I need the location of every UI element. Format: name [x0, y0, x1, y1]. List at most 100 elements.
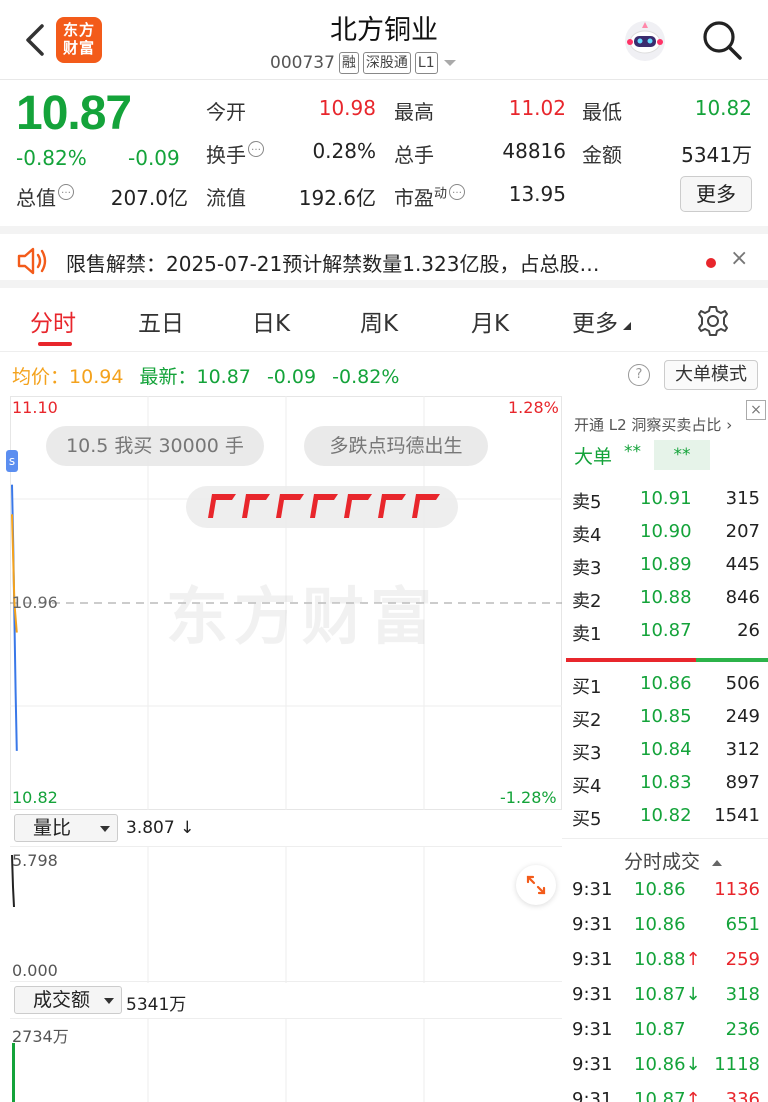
tick-row[interactable]: 9:31 10.88↑ 259 — [562, 945, 768, 979]
intraday-chart[interactable]: 东方财富 11.10 10.96 10.82 1.28% -1.28% 10.5… — [6, 396, 562, 810]
amount-selector[interactable]: 成交额 — [14, 986, 122, 1014]
tick-row[interactable]: 9:31 10.86 651 — [562, 910, 768, 944]
ask-label: 卖2 — [572, 591, 602, 612]
bid-volume: 1541 — [714, 805, 760, 826]
tick-trades-title[interactable]: 分时成交 — [624, 847, 724, 874]
tab-weekly-k[interactable]: 周K — [360, 304, 398, 338]
comment-bubble-flags[interactable] — [186, 486, 458, 528]
bid-label: 买3 — [572, 743, 602, 764]
event-marker[interactable]: s — [6, 450, 18, 472]
tick-volume: 318 — [725, 984, 760, 1005]
ask-label: 卖1 — [572, 624, 602, 645]
amount-value: 5341万 — [681, 143, 752, 167]
amount-chart[interactable]: 2734万 — [10, 1018, 562, 1102]
tick-row[interactable]: 9:31 10.86↓ 1118 — [562, 1050, 768, 1084]
bid-row[interactable]: 买5 10.82 1541 — [562, 801, 768, 831]
tick-volume: 336 — [725, 1089, 760, 1102]
tick-row[interactable]: 9:31 10.87↑ 336 — [562, 1085, 768, 1102]
l2-promo-text: 开通 L2 洞察买卖占比 — [574, 416, 722, 434]
ask-volume: 846 — [725, 587, 760, 608]
tick-volume: 1136 — [714, 879, 760, 900]
tick-volume: 1118 — [714, 1054, 760, 1075]
close-icon[interactable]: × — [730, 246, 748, 271]
amount-bar — [12, 1043, 15, 1102]
latest-change-pct: -0.82% — [332, 366, 400, 388]
tick-price: 10.86↓ — [634, 1054, 701, 1075]
indicator-selector[interactable]: 量比 — [14, 814, 118, 842]
bid-label: 买2 — [572, 710, 602, 731]
ask-volume: 445 — [725, 554, 760, 575]
tick-row[interactable]: 9:31 10.86 1136 — [562, 875, 768, 909]
l2-promo-link[interactable]: 开通 L2 洞察买卖占比 › — [574, 414, 732, 435]
bid-row[interactable]: 买3 10.84 312 — [562, 735, 768, 765]
notice-text[interactable]: 限售解禁：2025-07-21预计解禁数量1.323亿股，占总股… — [66, 248, 600, 277]
turnover-label[interactable]: 换手… — [206, 139, 264, 168]
bid-row[interactable]: 买2 10.85 249 — [562, 702, 768, 732]
comment-bubble[interactable]: 多跌点玛德出生 — [304, 426, 488, 466]
ask-row[interactable]: 卖2 10.88 846 — [562, 583, 768, 613]
dropdown-triangle-icon — [443, 60, 456, 66]
robot-assistant-icon[interactable] — [622, 18, 668, 64]
ask-row[interactable]: 卖5 10.91 315 — [562, 484, 768, 514]
tab-intraday[interactable]: 分时 — [30, 304, 76, 338]
tick-time: 9:31 — [572, 949, 613, 970]
tick-price: 10.87↑ — [634, 1089, 701, 1102]
bid-price: 10.86 — [640, 673, 692, 694]
volume-ratio-chart[interactable]: 5.798 0.000 — [10, 846, 562, 983]
comment-bubble[interactable]: 10.5 我买 30000 手 — [46, 426, 264, 466]
gear-icon[interactable] — [696, 304, 730, 338]
ask-price: 10.89 — [640, 554, 692, 575]
tick-price: 10.87 — [634, 1019, 686, 1040]
tick-time: 9:31 — [572, 1054, 613, 1075]
low-label: 最低 — [582, 100, 622, 124]
tick-price: 10.86 — [634, 879, 686, 900]
tick-volume: 259 — [725, 949, 760, 970]
current-price: 10.87 — [16, 87, 132, 140]
tag-connect: 深股通 — [362, 52, 411, 74]
tab-more-label: 更多 — [572, 311, 618, 337]
big-order-masked-2: ** — [654, 440, 710, 470]
info-icon[interactable]: … — [449, 184, 466, 200]
indicator-selector-label: 量比 — [33, 817, 72, 839]
ask-volume: 207 — [725, 521, 760, 542]
tick-row[interactable]: 9:31 10.87 236 — [562, 1015, 768, 1049]
info-icon[interactable]: … — [58, 184, 74, 200]
more-quote-button[interactable]: 更多 — [680, 176, 752, 212]
volume-ratio-canvas — [11, 847, 425, 983]
bid-row[interactable]: 买4 10.83 897 — [562, 768, 768, 798]
amount-canvas — [12, 1019, 425, 1102]
collapse-book-icon[interactable]: × — [746, 400, 766, 420]
volume-ratio-header: 量比 3.807 ↓ — [10, 814, 562, 844]
tab-daily-k[interactable]: 日K — [252, 304, 290, 338]
arrow-up-icon: ↑ — [685, 949, 701, 970]
tick-time: 9:31 — [572, 879, 613, 900]
tab-active-indicator — [38, 342, 72, 346]
stock-code-row[interactable]: 000737 融 深股通 L1 — [270, 51, 458, 75]
bid-row[interactable]: 买1 10.86 506 — [562, 669, 768, 699]
help-icon[interactable]: ? — [628, 364, 650, 386]
search-icon[interactable] — [700, 18, 744, 62]
ask-row[interactable]: 卖4 10.90 207 — [562, 517, 768, 547]
ask-row[interactable]: 卖1 10.87 26 — [562, 616, 768, 646]
info-icon[interactable]: … — [248, 141, 264, 157]
tab-more[interactable]: 更多 — [572, 304, 632, 338]
tick-price: 10.87↓ — [634, 984, 701, 1005]
low-value: 10.82 — [694, 96, 752, 120]
mktcap-label[interactable]: 总值… — [16, 182, 74, 211]
pe-sup: 动 — [434, 186, 448, 202]
amount-header: 成交额 5341万 — [10, 986, 562, 1016]
expand-icon — [526, 875, 546, 895]
big-order-mode-button[interactable]: 大单模式 — [664, 360, 758, 390]
notice-bar[interactable]: 限售解禁：2025-07-21预计解禁数量1.323亿股，占总股… × — [0, 226, 768, 288]
pe-label-text: 市盈 — [394, 186, 434, 210]
bid-volume: 249 — [725, 706, 760, 727]
tab-monthly-k[interactable]: 月K — [471, 304, 509, 338]
volume-label: 总手 — [394, 143, 434, 167]
ask-row[interactable]: 卖3 10.89 445 — [562, 550, 768, 580]
tick-row[interactable]: 9:31 10.87↓ 318 — [562, 980, 768, 1014]
tab-five-day[interactable]: 五日 — [138, 304, 184, 338]
ask-label: 卖4 — [572, 525, 602, 546]
ask-label: 卖5 — [572, 492, 602, 513]
pe-label[interactable]: 市盈动… — [394, 182, 466, 211]
fullscreen-button[interactable] — [516, 865, 556, 905]
